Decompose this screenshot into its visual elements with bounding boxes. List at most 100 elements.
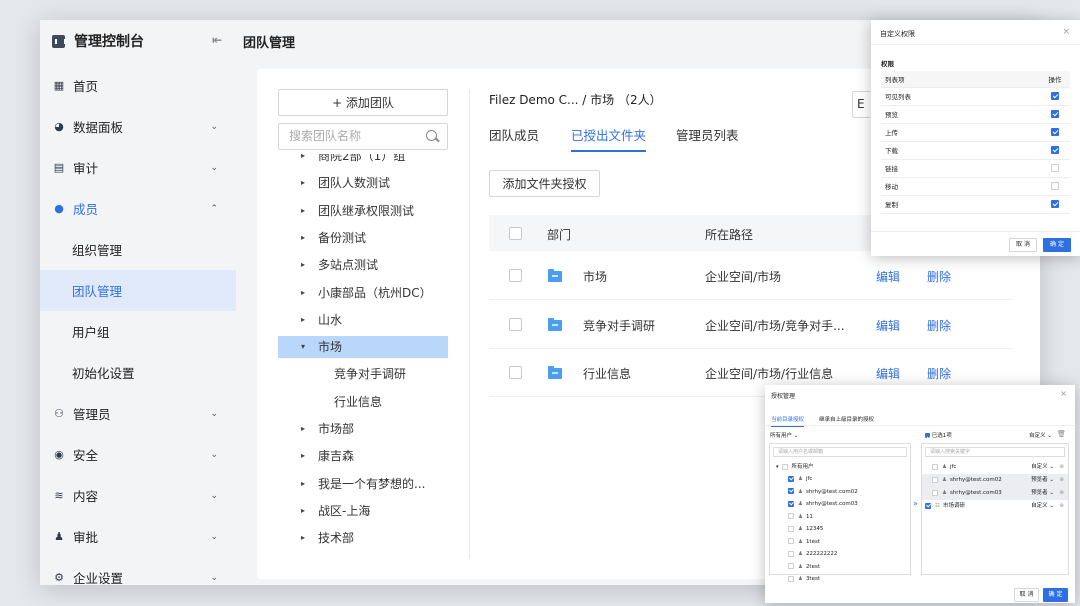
user-checkbox[interactable] <box>788 488 794 494</box>
caret-right-icon[interactable]: ▸ <box>301 172 305 194</box>
sidebar-item-10[interactable]: ≋ 内容 ⌄ <box>40 475 236 516</box>
tab-inherited-auth[interactable]: 继承自上级目录的授权 <box>819 415 874 423</box>
permission-checkbox[interactable] <box>1051 128 1059 136</box>
caret-right-icon[interactable]: ▸ <box>301 500 305 522</box>
tree-item[interactable]: ▸ 备份测试 <box>278 227 448 249</box>
sidebar-item-8[interactable]: ⚇ 管理员 ⌄ <box>40 393 236 434</box>
tree-item[interactable]: ▸ 我是一个有梦想的... <box>278 473 448 495</box>
user-list-item[interactable]: ♟ jfc <box>770 473 910 485</box>
chevron-icon[interactable]: ⌄ <box>210 573 218 583</box>
user-list-item[interactable]: ♟ 11 <box>770 511 910 523</box>
user-root-item[interactable]: ▾ 所有用户 <box>770 461 910 473</box>
sidebar-item-9[interactable]: ◉ 安全 ⌄ <box>40 434 236 475</box>
selected-list-item[interactable]: ☷ 市场调研 自定义 ⌄ ⊗ <box>922 500 1068 513</box>
user-list-item[interactable]: ♟ 12345 <box>770 523 910 535</box>
remove-icon[interactable]: ⊗ <box>1059 487 1064 500</box>
chevron-icon[interactable]: ⌄ <box>210 122 218 132</box>
role-dropdown[interactable]: 自定义 ⌄ <box>1031 461 1054 474</box>
select-all-checkbox[interactable] <box>509 227 522 240</box>
tree-item[interactable]: ▸ 战区-上海 <box>278 500 448 522</box>
user-checkbox[interactable] <box>788 500 794 507</box>
user-list-item[interactable]: ♟ 2test <box>770 561 910 573</box>
user-search-input[interactable]: 请输入用户名或邮箱 <box>773 447 907 457</box>
tree-item[interactable]: ▸ 团队继承权限测试 <box>278 200 448 222</box>
cancel-button[interactable]: 取 消 <box>1014 588 1039 602</box>
header-action-button[interactable]: E <box>852 91 870 118</box>
sidebar-item-6[interactable]: 用户组 <box>40 311 236 352</box>
row-checkbox[interactable] <box>509 317 522 331</box>
role-dropdown[interactable]: 预览者 ⌄ <box>1031 487 1054 500</box>
edit-link[interactable]: 编辑 <box>876 268 900 285</box>
role-dropdown[interactable]: 自定义 ⌄ <box>1031 500 1054 513</box>
caret-right-icon[interactable]: ▸ <box>301 200 305 222</box>
caret-right-icon[interactable]: ▸ <box>301 227 305 249</box>
caret-right-icon[interactable]: ▸ <box>301 309 305 331</box>
tab-members[interactable]: 团队成员 <box>489 125 539 144</box>
tree-item[interactable]: ▾ 市场 <box>278 336 448 359</box>
permission-checkbox[interactable] <box>1051 164 1059 172</box>
caret-right-icon[interactable]: ▸ <box>301 445 305 467</box>
user-checkbox[interactable] <box>788 550 794 557</box>
edit-link[interactable]: 编辑 <box>876 317 900 334</box>
caret-down-icon[interactable]: ▾ <box>776 464 779 470</box>
tab-admins[interactable]: 管理员列表 <box>676 125 739 144</box>
tree-item[interactable]: 行业信息 <box>278 391 448 413</box>
caret-right-icon[interactable]: ▸ <box>301 418 305 440</box>
sidebar-item-12[interactable]: ⚙ 企业设置 ⌄ <box>40 557 236 585</box>
selected-list-item[interactable]: ♟ shrhy@test.com02 预览者 ⌄ ⊗ <box>922 474 1068 487</box>
remove-icon[interactable]: ⊗ <box>1059 461 1064 474</box>
user-list-item[interactable]: ♟ shrhy@test.com03 <box>770 498 910 510</box>
add-team-button[interactable]: + 添加团队 <box>278 89 448 116</box>
caret-down-icon[interactable]: ▾ <box>301 336 305 358</box>
tree-item[interactable]: ▸ 商院2部（1）组 <box>278 154 448 167</box>
sidebar-item-4[interactable]: 组织管理 <box>40 229 236 270</box>
confirm-button[interactable]: 确 定 <box>1043 238 1071 252</box>
user-checkbox[interactable] <box>788 575 794 582</box>
role-dropdown[interactable]: 预览者 ⌄ <box>1031 474 1054 487</box>
collapse-sidebar-icon[interactable]: ⇤ <box>212 33 222 47</box>
permission-checkbox[interactable] <box>1051 110 1059 118</box>
selected-search-input[interactable]: 请输入搜索关键字 <box>925 447 1065 457</box>
chevron-icon[interactable]: ⌄ <box>210 409 218 419</box>
tree-item[interactable]: 竞争对手调研 <box>278 363 448 385</box>
tree-item[interactable]: ▸ 市场部 <box>278 418 448 440</box>
root-checkbox[interactable] <box>781 463 788 470</box>
trash-icon[interactable]: 🗑 <box>1057 430 1066 438</box>
selected-list-item[interactable]: ♟ jfc 自定义 ⌄ ⊗ <box>922 461 1068 474</box>
user-checkbox[interactable] <box>788 525 794 532</box>
selected-checkbox[interactable] <box>932 489 938 496</box>
permission-checkbox[interactable] <box>1051 200 1059 208</box>
confirm-button[interactable]: 确 定 <box>1043 588 1068 602</box>
chevron-icon[interactable]: ⌄ <box>210 491 218 501</box>
delete-link[interactable]: 删除 <box>927 268 951 285</box>
chevron-icon[interactable]: ⌄ <box>210 163 218 173</box>
tree-item[interactable]: ▸ 多站点测试 <box>278 254 448 276</box>
delete-link[interactable]: 删除 <box>927 365 951 382</box>
chevron-icon[interactable]: ⌄ <box>210 450 218 460</box>
selected-checkbox[interactable] <box>932 476 938 483</box>
tab-granted-folders[interactable]: 已授出文件夹 <box>571 125 647 152</box>
tree-item[interactable]: ▸ 团队人数测试 <box>278 172 448 194</box>
selected-list-item[interactable]: ♟ shrhy@test.com03 预览者 ⌄ ⊗ <box>922 487 1068 500</box>
tree-item[interactable]: ▸ 小康部品（杭州DC） <box>278 282 448 304</box>
user-checkbox[interactable] <box>788 563 794 569</box>
caret-right-icon[interactable]: ▸ <box>301 282 305 304</box>
selected-checkbox[interactable] <box>932 463 938 470</box>
delete-link[interactable]: 删除 <box>927 317 951 334</box>
sidebar-item-3[interactable]: ● 成员 ⌃ <box>40 188 236 229</box>
caret-right-icon[interactable]: ▸ <box>301 473 305 495</box>
caret-right-icon[interactable]: ▸ <box>301 154 305 167</box>
caret-right-icon[interactable]: ▸ <box>301 527 305 549</box>
selected-checkbox[interactable] <box>925 502 931 509</box>
caret-right-icon[interactable]: ▸ <box>301 254 305 276</box>
user-list-item[interactable]: ♟ 1test <box>770 536 910 548</box>
transfer-arrow-icon[interactable]: » <box>913 499 918 508</box>
tree-item[interactable]: ▸ 山水 <box>278 309 448 331</box>
close-icon[interactable]: × <box>1060 389 1067 398</box>
remove-icon[interactable]: ⊗ <box>1059 474 1064 487</box>
user-checkbox[interactable] <box>788 513 794 519</box>
permission-checkbox[interactable] <box>1051 92 1059 100</box>
remove-icon[interactable]: ⊗ <box>1059 500 1064 513</box>
row-checkbox[interactable] <box>509 269 522 282</box>
search-icon[interactable] <box>426 130 437 141</box>
